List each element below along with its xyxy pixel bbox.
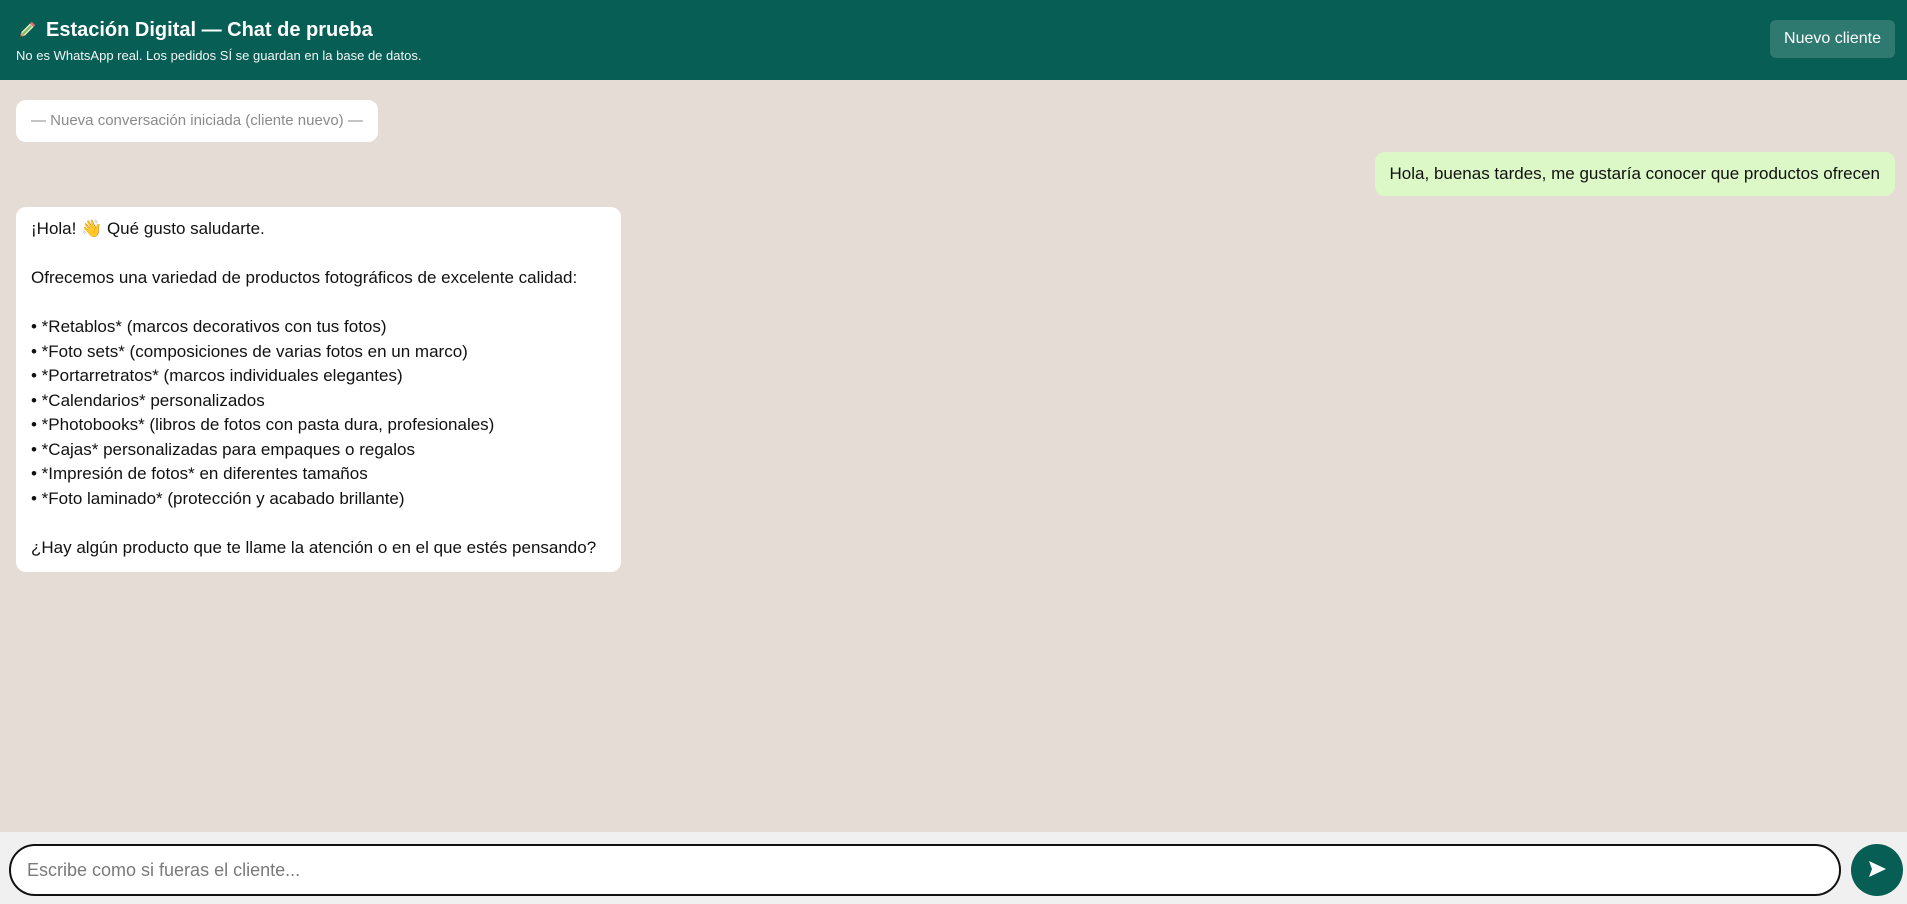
pencil-icon	[16, 19, 38, 41]
app-header: Estación Digital — Chat de prueba No es …	[0, 0, 1907, 80]
message-composer	[0, 832, 1907, 904]
send-icon	[1866, 858, 1888, 883]
outgoing-message: Hola, buenas tardes, me gustaría conocer…	[1374, 152, 1895, 196]
system-message: — Nueva conversación iniciada (cliente n…	[16, 100, 378, 142]
chat-area[interactable]: — Nueva conversación iniciada (cliente n…	[0, 80, 1907, 832]
incoming-message: ¡Hola! 👋 Qué gusto saludarte. Ofrecemos …	[16, 207, 621, 572]
page-title: Estación Digital — Chat de prueba	[46, 19, 373, 41]
header-subtitle: No es WhatsApp real. Los pedidos SÍ se g…	[16, 48, 422, 63]
send-button[interactable]	[1851, 844, 1903, 896]
new-client-button[interactable]: Nuevo cliente	[1770, 20, 1895, 58]
message-input[interactable]	[9, 844, 1841, 896]
header-title-row: Estación Digital — Chat de prueba	[16, 18, 1891, 42]
